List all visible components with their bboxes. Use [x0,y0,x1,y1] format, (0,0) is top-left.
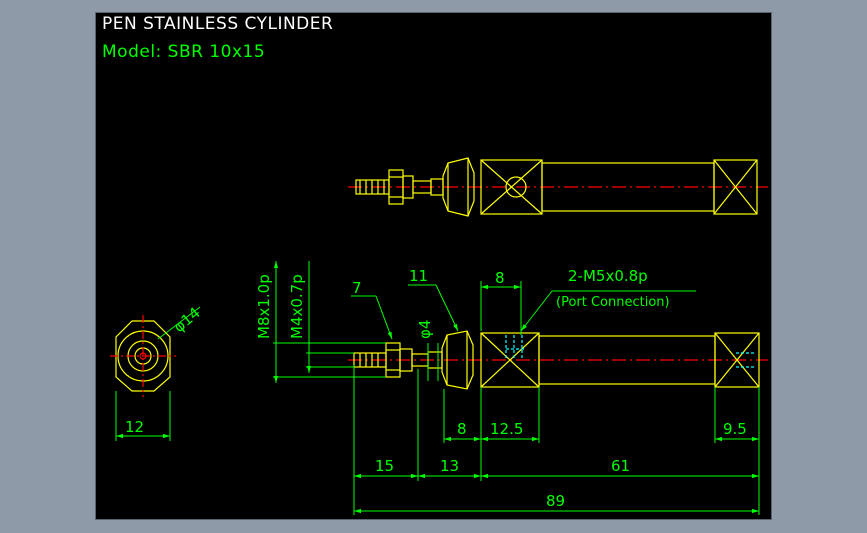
dim-port-length: 12.5 [490,420,523,438]
dim-body-nut: 11 [409,267,428,285]
dim-body-length: 61 [611,457,630,475]
cylinder-drawing: 12 φ14 M8x1.0p M4x0.7p φ4 7 11 8 2-M5x0.… [110,157,768,515]
dim-thread-rod: M4x0.7p [288,274,306,339]
dim-port-spec: 2-M5x0.8p [568,267,648,285]
dim-total-length: 89 [546,492,565,510]
dim-thread-main: M8x1.0p [255,274,273,339]
dim-port-offset: 8 [495,269,505,287]
top-view [348,157,768,217]
dim-nut-length: 8 [457,420,467,438]
dim-nut-width: 7 [352,279,362,297]
dim-rod-dia: φ4 [416,320,434,339]
dim-cap-length: 9.5 [723,420,747,438]
dim-port-note: (Port Connection) [556,295,670,310]
dim-neck-length: 13 [440,457,459,475]
port-hidden-lines [505,335,526,359]
side-view [348,330,768,390]
end-view [110,315,176,397]
dim-rod-length: 15 [375,457,394,475]
dim-end-width: 12 [125,418,144,436]
cad-viewport[interactable]: PEN STAINLESS CYLINDER Model: SBR 10x15 [95,12,772,520]
